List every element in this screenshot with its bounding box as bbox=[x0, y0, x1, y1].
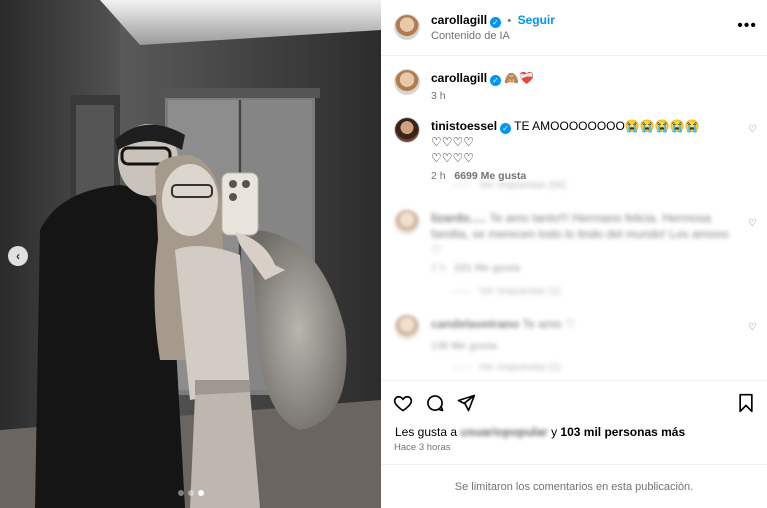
carousel-dot-active bbox=[197, 490, 204, 496]
author-username[interactable]: carollagill bbox=[431, 13, 487, 27]
comment-item: lizardo..... Te amo tanto!!! Hermano fel… bbox=[431, 210, 731, 274]
verified-badge-icon: ✓ bbox=[500, 123, 512, 134]
comment-bubble-icon[interactable] bbox=[425, 393, 445, 413]
comment-likes[interactable]: 221 Me gusta bbox=[454, 262, 520, 274]
carousel-dot bbox=[187, 490, 194, 496]
verified-badge-icon: ✓ bbox=[490, 17, 502, 28]
comment-text-cont: ♡ bbox=[431, 243, 442, 257]
comment-item: candelavetrano Te amo ♡ 130 Me gusta bbox=[431, 316, 731, 352]
share-send-icon[interactable] bbox=[456, 393, 476, 413]
like-comment-heart-icon[interactable]: ♡ bbox=[748, 218, 757, 229]
comments-section: carollagill ✓ 🙈❤️‍🩹 3 h tinistoessel ✓ TE … bbox=[381, 56, 767, 380]
liked-by-user[interactable]: usuariopopular bbox=[460, 425, 547, 439]
post-side-panel: carollagill ✓ • Seguir Contenido de IA ••… bbox=[381, 0, 767, 508]
likes-summary: Les gusta a usuariopopular y 103 mil per… bbox=[395, 425, 685, 439]
comment-item: tinistoessel ✓ TE AMOOOOOOOO😭😭😭😭😭♡♡♡♡ ♡♡♡… bbox=[431, 118, 731, 182]
post-header: carollagill ✓ • Seguir Contenido de IA ••… bbox=[381, 0, 767, 56]
ai-content-label[interactable]: Contenido de IA bbox=[431, 30, 510, 42]
save-bookmark-icon[interactable] bbox=[737, 393, 755, 413]
caption-username[interactable]: carollagill bbox=[431, 71, 487, 85]
comment-username[interactable]: lizardo..... bbox=[431, 211, 486, 225]
follow-button[interactable]: Seguir bbox=[518, 13, 555, 27]
verified-badge-icon: ✓ bbox=[490, 75, 502, 86]
comment-username[interactable]: candelavetrano bbox=[431, 317, 519, 331]
comments-limited-text: Se limitaron los comentarios en esta pub… bbox=[454, 480, 694, 493]
elevator-selfie-image bbox=[0, 0, 381, 508]
author-avatar[interactable] bbox=[394, 14, 420, 40]
comment-meta: 2 h 221 Me gusta bbox=[431, 262, 731, 274]
view-replies-link[interactable]: Ver respuestas (56) bbox=[451, 180, 566, 191]
more-options-icon[interactable]: ••• bbox=[737, 17, 757, 35]
like-comment-heart-icon[interactable]: ♡ bbox=[748, 322, 757, 333]
separator-dot: • bbox=[507, 15, 512, 27]
caption-avatar[interactable] bbox=[394, 69, 420, 95]
caption-text: 🙈❤️‍🩹 bbox=[504, 71, 535, 85]
carousel-dots bbox=[0, 490, 381, 496]
carousel-dot bbox=[177, 490, 184, 496]
caption: carollagill ✓ 🙈❤️‍🩹 bbox=[431, 70, 534, 86]
like-heart-icon[interactable] bbox=[393, 393, 413, 413]
view-replies-link[interactable]: Ver respuestas (1) bbox=[451, 286, 561, 297]
comment-time: 2 h bbox=[431, 170, 446, 182]
likes-count[interactable]: 103 mil personas más bbox=[560, 425, 685, 439]
comment-avatar[interactable] bbox=[394, 209, 420, 235]
comment-text: Te amo ♡ bbox=[522, 317, 576, 331]
comment-text-cont: ♡♡♡♡ bbox=[431, 151, 475, 165]
comment-text-cont: familia, se merecen todo lo lindo del mu… bbox=[431, 227, 729, 241]
likes-prefix: Les gusta a bbox=[395, 425, 458, 439]
comment-meta: 130 Me gusta bbox=[431, 340, 731, 352]
post-actions-bar bbox=[381, 380, 767, 424]
view-replies-link[interactable]: Ver respuestas (1) bbox=[451, 362, 561, 373]
comment-username[interactable]: tinistoessel bbox=[431, 119, 497, 133]
post-timestamp: Hace 3 horas bbox=[394, 442, 451, 453]
post-photo[interactable]: ‹ bbox=[0, 0, 381, 508]
comment-likes[interactable]: 130 Me gusta bbox=[431, 340, 497, 352]
like-comment-heart-icon[interactable]: ♡ bbox=[748, 124, 757, 135]
caption-time: 3 h bbox=[431, 90, 446, 102]
comment-time: 2 h bbox=[431, 262, 446, 274]
author-line: carollagill ✓ • Seguir bbox=[431, 13, 555, 28]
likes-and: y bbox=[551, 425, 558, 439]
comments-limited-notice: Se limitaron los comentarios en esta pub… bbox=[381, 464, 767, 508]
comment-avatar[interactable] bbox=[394, 314, 420, 340]
carousel-prev-button[interactable]: ‹ bbox=[8, 246, 28, 266]
comment-avatar[interactable] bbox=[394, 117, 420, 143]
comment-text: Te amo tanto!!! Hermano felicia. Hermosa bbox=[489, 211, 711, 225]
instagram-post-modal: ‹ carollagill ✓ • Seguir Contenido de IA … bbox=[0, 0, 767, 508]
